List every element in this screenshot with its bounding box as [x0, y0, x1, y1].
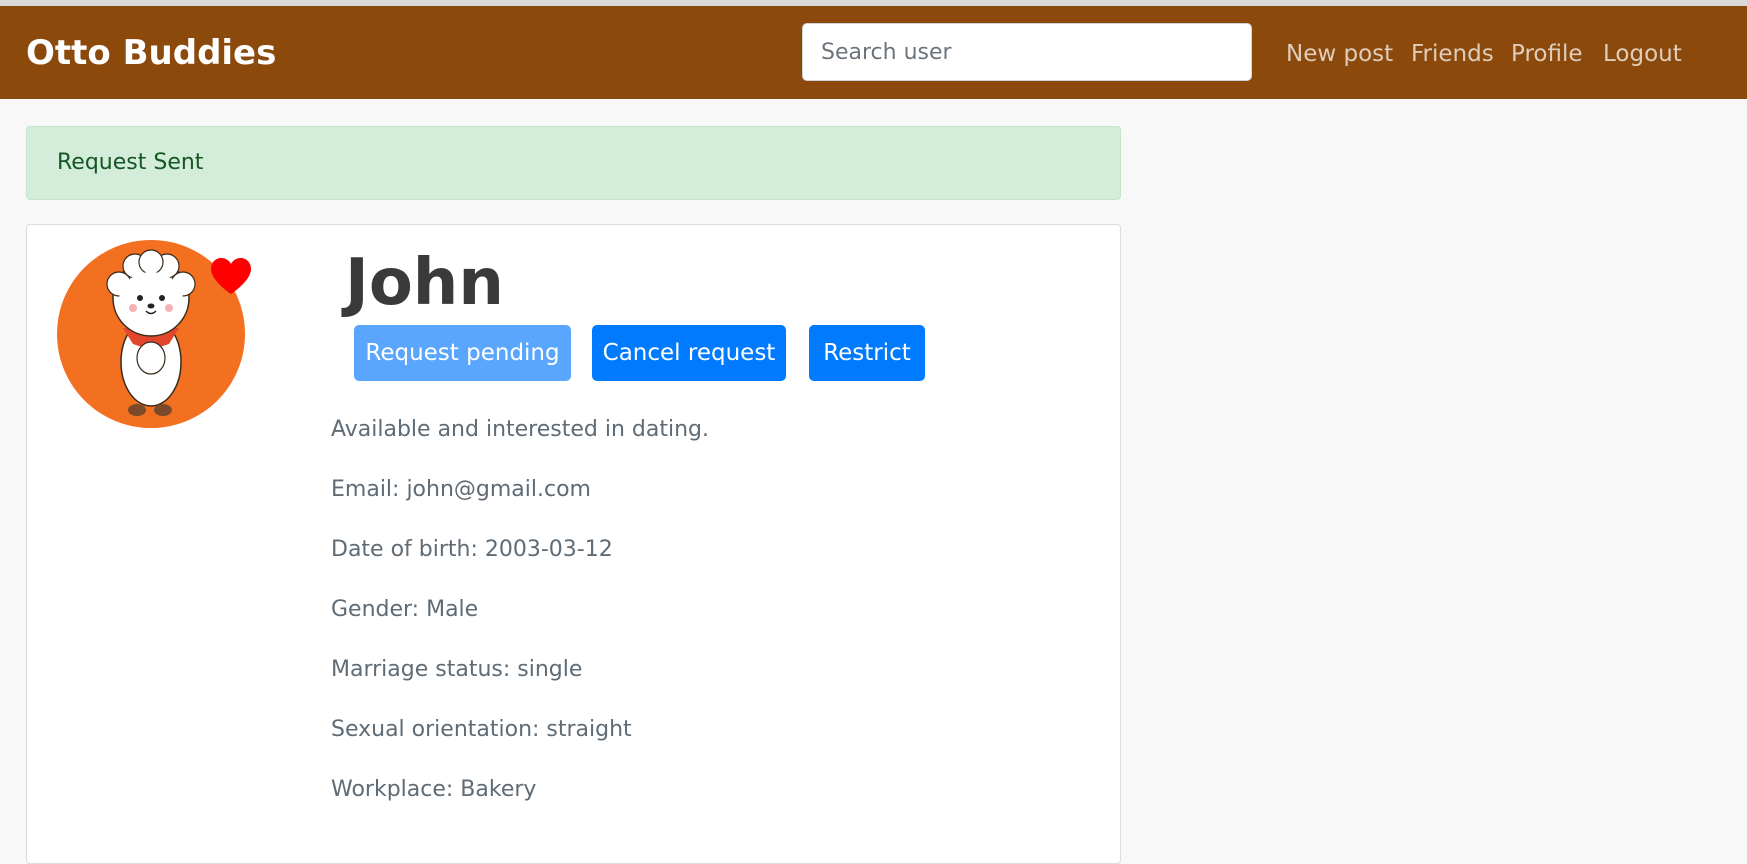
nav-friends[interactable]: Friends [1411, 39, 1494, 69]
profile-sexual-orientation: Sexual orientation: straight [331, 717, 632, 742]
nav-profile[interactable]: Profile [1511, 39, 1583, 69]
alert-message: Request Sent [57, 150, 204, 175]
search-user-input[interactable] [802, 23, 1252, 81]
profile-name: John [345, 246, 504, 320]
profile-gender: Gender: Male [331, 597, 479, 622]
profile-bio: Available and interested in dating. [331, 417, 709, 442]
profile-card: John Request pending Cancel request Rest… [26, 224, 1121, 864]
nav-new-post[interactable]: New post [1286, 39, 1393, 69]
success-alert: Request Sent [26, 126, 1121, 200]
request-pending-button[interactable]: Request pending [354, 325, 571, 381]
profile-workplace: Workplace: Bakery [331, 777, 537, 802]
brand-logo-text[interactable]: Otto Buddies [26, 33, 276, 73]
profile-email: Email: john@gmail.com [331, 477, 591, 502]
cancel-request-button[interactable]: Cancel request [592, 325, 786, 381]
nav-logout[interactable]: Logout [1603, 39, 1682, 69]
profile-marriage-status: Marriage status: single [331, 657, 583, 682]
heart-icon [210, 257, 252, 299]
restrict-button[interactable]: Restrict [809, 325, 925, 381]
top-navbar: Otto Buddies New post Friends Profile Lo… [0, 6, 1747, 99]
profile-date-of-birth: Date of birth: 2003-03-12 [331, 537, 613, 562]
